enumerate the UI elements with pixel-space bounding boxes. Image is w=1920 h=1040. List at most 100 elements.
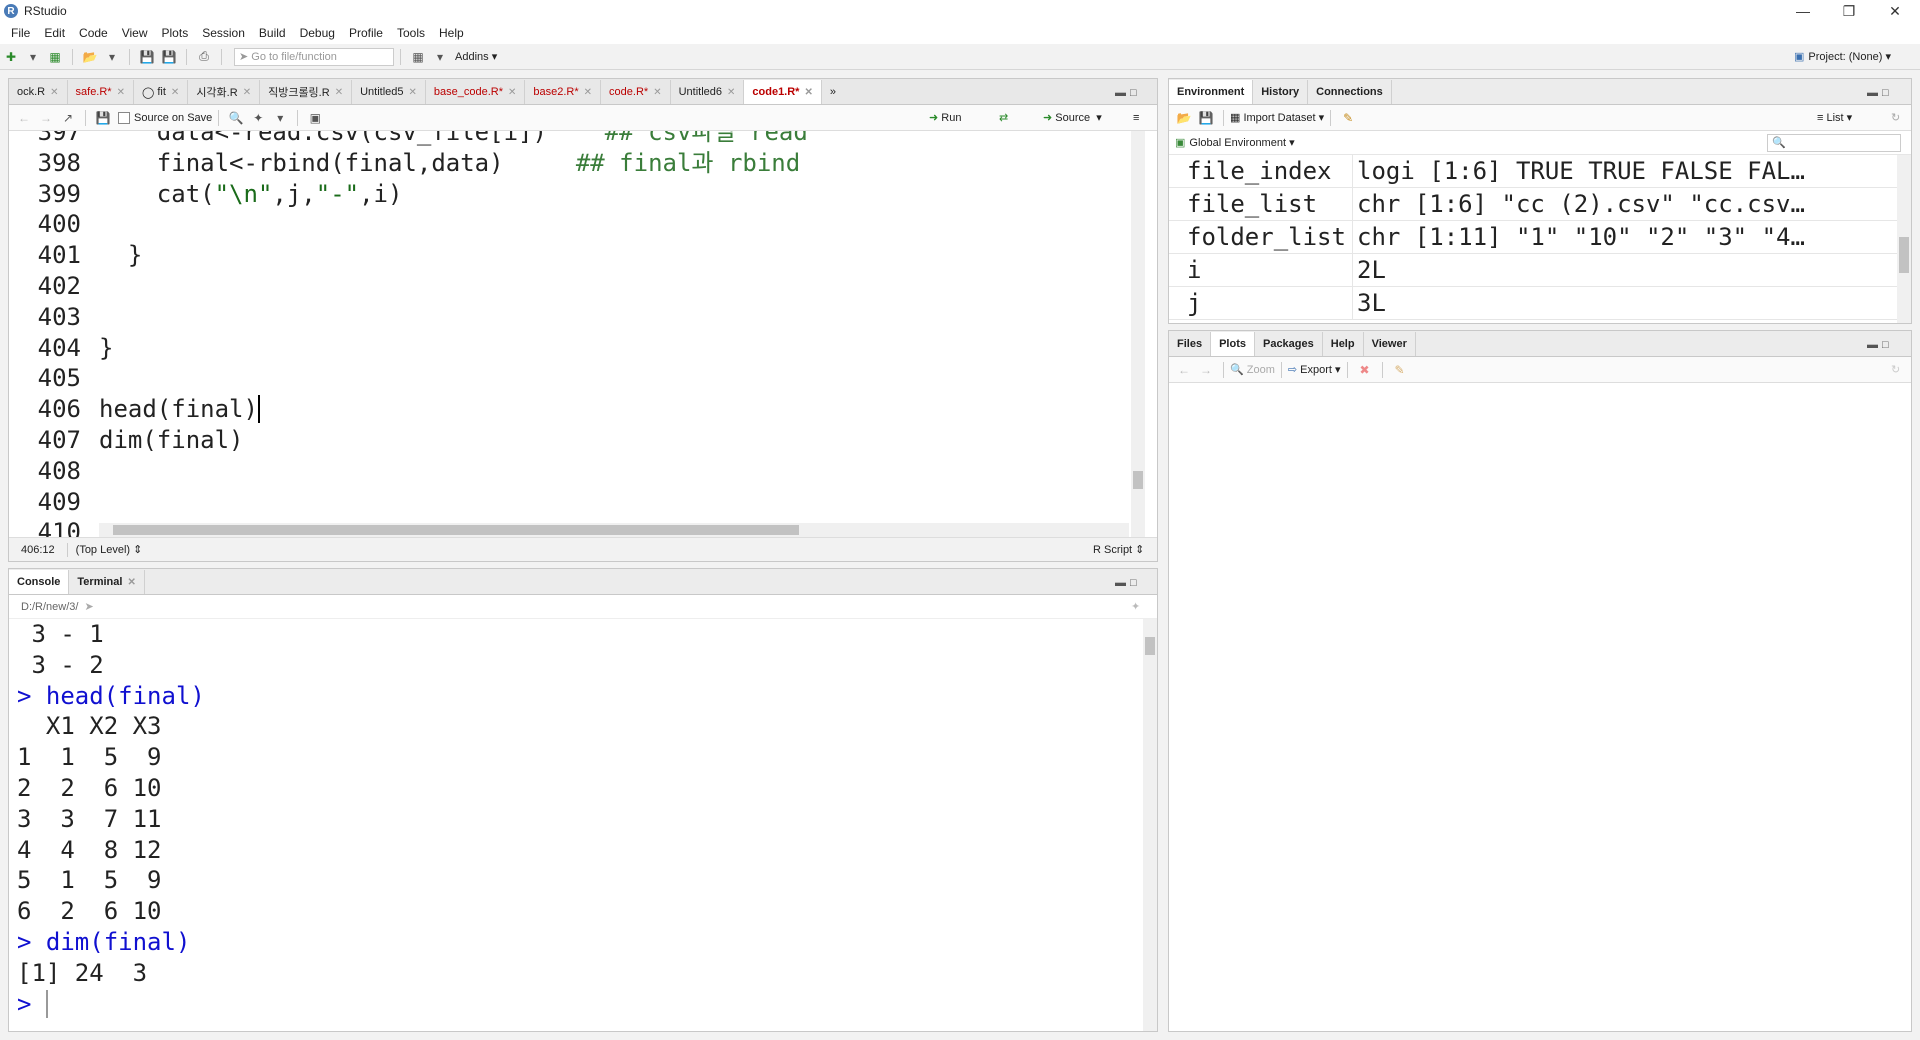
code-editor[interactable]: 397 398 399 400 401 402 403 404 405 406 …: [9, 131, 1145, 537]
tab-help[interactable]: Help: [1323, 332, 1364, 356]
scroll-thumb[interactable]: [113, 525, 799, 535]
source-button[interactable]: ➜ Source ▾: [1043, 111, 1102, 125]
menu-edit[interactable]: Edit: [37, 26, 72, 40]
close-icon[interactable]: ✕: [804, 87, 812, 98]
new-file-icon[interactable]: ✚: [3, 49, 19, 65]
tab-connections[interactable]: Connections: [1308, 80, 1392, 104]
scroll-thumb[interactable]: [1133, 471, 1143, 489]
forward-icon[interactable]: →: [38, 110, 54, 126]
tab-untitled6[interactable]: Untitled6 ✕: [671, 80, 745, 104]
source-on-save-checkbox[interactable]: [118, 111, 130, 124]
magic-wand-icon[interactable]: ✦: [250, 110, 266, 126]
goto-dir-icon[interactable]: ➤: [84, 600, 93, 613]
minimize-pane-icon[interactable]: ▬: [1115, 87, 1126, 99]
close-icon[interactable]: ✕: [409, 87, 417, 98]
grid-layout-icon[interactable]: ▦: [410, 49, 426, 65]
close-icon[interactable]: ✕: [243, 87, 251, 98]
menu-session[interactable]: Session: [195, 26, 252, 40]
close-icon[interactable]: ✕: [117, 87, 125, 98]
environment-vertical-scrollbar[interactable]: [1897, 155, 1911, 323]
remove-plot-icon[interactable]: ✖: [1357, 362, 1373, 378]
show-in-window-icon[interactable]: ↗: [60, 110, 76, 126]
compile-report-icon[interactable]: ▣: [307, 110, 323, 126]
menu-file[interactable]: File: [4, 26, 37, 40]
env-row[interactable]: i 2L: [1169, 254, 1897, 287]
load-workspace-icon[interactable]: 📂: [1176, 110, 1192, 126]
more-tabs-icon[interactable]: »: [822, 80, 844, 104]
addins-menu[interactable]: Addins ▾: [455, 50, 497, 63]
new-project-icon[interactable]: ▦: [47, 49, 63, 65]
close-icon[interactable]: ✕: [727, 87, 735, 98]
broom-icon[interactable]: ✎: [1340, 110, 1356, 126]
menu-view[interactable]: View: [115, 26, 155, 40]
menu-build[interactable]: Build: [252, 26, 293, 40]
console-vertical-scrollbar[interactable]: [1143, 619, 1157, 1031]
dropdown-icon[interactable]: ▾: [432, 49, 448, 65]
env-row[interactable]: file_list chr [1:6] "cc (2).csv" "cc.csv…: [1169, 188, 1897, 221]
tab-zigbang-crawling[interactable]: 직방크롤링.R ✕: [260, 80, 353, 104]
menu-code[interactable]: Code: [72, 26, 115, 40]
scroll-thumb[interactable]: [1145, 637, 1155, 655]
outline-icon[interactable]: ≡: [1133, 112, 1139, 124]
broom-icon[interactable]: ✎: [1392, 362, 1408, 378]
scope-selector[interactable]: Global Environment ▾: [1189, 136, 1294, 149]
project-menu[interactable]: ▣ Project: (None) ▾: [1794, 50, 1891, 64]
tab-untitled5[interactable]: Untitled5 ✕: [352, 80, 426, 104]
tab-code[interactable]: code.R* ✕: [601, 80, 671, 104]
tab-base-code[interactable]: base_code.R* ✕: [426, 80, 526, 104]
back-icon[interactable]: ←: [16, 110, 32, 126]
save-icon[interactable]: 💾: [139, 49, 155, 65]
tab-environment[interactable]: Environment: [1169, 80, 1254, 104]
maximize-pane-icon[interactable]: □: [1882, 87, 1889, 99]
run-button[interactable]: ➜ Run: [929, 111, 961, 125]
minimize-pane-icon[interactable]: ▬: [1115, 577, 1126, 589]
env-row[interactable]: file_index logi [1:6] TRUE TRUE FALSE FAL…: [1169, 155, 1897, 188]
menu-help[interactable]: Help: [432, 26, 471, 40]
filetype-selector[interactable]: R Script ⇕: [1093, 543, 1144, 556]
tab-files[interactable]: Files: [1169, 332, 1212, 356]
zoom-button[interactable]: 🔍 Zoom: [1230, 363, 1275, 376]
refresh-icon[interactable]: ↻: [1891, 363, 1900, 376]
tab-terminal[interactable]: Terminal ✕: [69, 570, 145, 594]
environment-search-input[interactable]: 🔍: [1767, 133, 1901, 152]
scroll-thumb[interactable]: [1899, 237, 1909, 273]
maximize-pane-icon[interactable]: □: [1882, 339, 1889, 351]
save-icon[interactable]: 💾: [95, 110, 111, 126]
close-icon[interactable]: ✕: [584, 87, 592, 98]
tab-console[interactable]: Console: [9, 570, 70, 594]
search-icon[interactable]: 🔍: [228, 110, 244, 126]
close-icon[interactable]: ✕: [508, 87, 516, 98]
close-button[interactable]: ✕: [1872, 0, 1918, 22]
restore-button[interactable]: ❐: [1826, 0, 1872, 22]
view-mode-selector[interactable]: ≡ List ▾: [1817, 111, 1852, 124]
minimize-pane-icon[interactable]: ▬: [1867, 87, 1878, 99]
tab-plots[interactable]: Plots: [1211, 332, 1255, 356]
dropdown-icon[interactable]: ▾: [25, 49, 41, 65]
save-workspace-icon[interactable]: 💾: [1198, 110, 1214, 126]
clear-console-icon[interactable]: ✦: [1131, 600, 1140, 613]
export-button[interactable]: ⇨ Export ▾: [1288, 363, 1341, 376]
print-icon[interactable]: ⎙: [196, 49, 212, 65]
dropdown-icon[interactable]: ▾: [272, 110, 288, 126]
tab-visualization[interactable]: 시각화.R ✕: [188, 80, 261, 104]
scope-selector[interactable]: (Top Level) ⇕: [68, 543, 151, 556]
menu-debug[interactable]: Debug: [293, 26, 342, 40]
next-plot-icon[interactable]: →: [1198, 362, 1214, 378]
tab-packages[interactable]: Packages: [1255, 332, 1323, 356]
tab-viewer[interactable]: Viewer: [1364, 332, 1416, 356]
menu-tools[interactable]: Tools: [390, 26, 432, 40]
env-row[interactable]: folder_list chr [1:11] "1" "10" "2" "3" "…: [1169, 221, 1897, 254]
editor-vertical-scrollbar[interactable]: [1131, 131, 1145, 537]
tab-fit[interactable]: ◯ fit ✕: [134, 80, 189, 104]
save-all-icon[interactable]: 💾: [161, 49, 177, 65]
tab-safe[interactable]: safe.R* ✕: [68, 80, 134, 104]
close-icon[interactable]: ✕: [653, 87, 661, 98]
env-row[interactable]: j 3L: [1169, 287, 1897, 320]
close-icon[interactable]: ✕: [127, 577, 135, 588]
dropdown-icon[interactable]: ▾: [104, 49, 120, 65]
minimize-button[interactable]: —: [1780, 0, 1826, 22]
tab-history[interactable]: History: [1253, 80, 1309, 104]
rerun-icon[interactable]: ⇄: [999, 111, 1008, 124]
import-dataset-button[interactable]: ▦ Import Dataset ▾: [1230, 111, 1324, 124]
close-icon[interactable]: ✕: [171, 87, 179, 98]
